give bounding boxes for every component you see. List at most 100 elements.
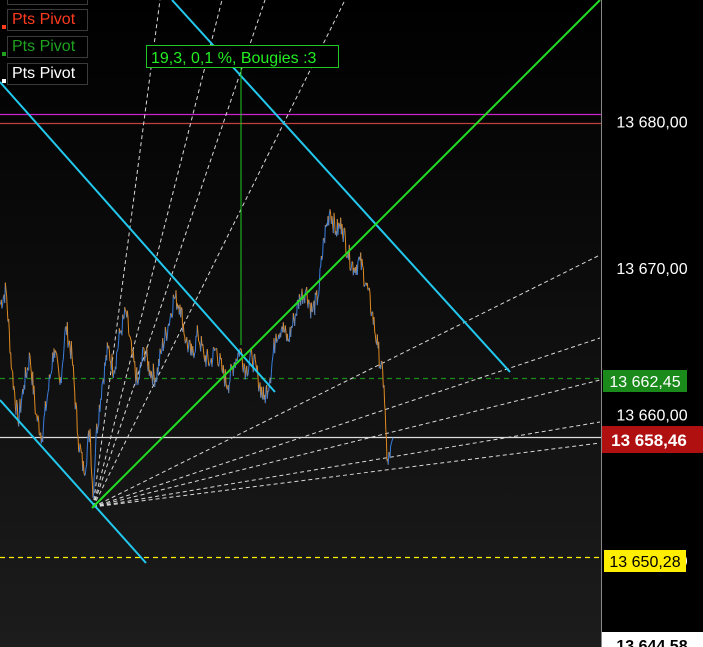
price-segment bbox=[50, 373, 52, 375]
price-segment bbox=[280, 329, 282, 338]
price-segment bbox=[373, 316, 376, 332]
price-segment bbox=[124, 309, 127, 312]
price-segment bbox=[370, 311, 373, 317]
price-segment bbox=[138, 366, 141, 380]
price-segment bbox=[389, 446, 392, 459]
price-segment bbox=[361, 258, 364, 267]
price-segment bbox=[308, 299, 310, 304]
price-segment bbox=[168, 318, 171, 326]
price-segment bbox=[72, 364, 75, 381]
price-segment bbox=[166, 326, 169, 337]
price-segment bbox=[216, 355, 219, 366]
price-segment bbox=[58, 371, 60, 378]
price-segment bbox=[211, 359, 214, 368]
price-segment bbox=[202, 343, 204, 349]
price-segment bbox=[381, 361, 384, 371]
price-segment bbox=[4, 282, 7, 290]
price-segment bbox=[324, 225, 326, 244]
price-segment bbox=[11, 370, 14, 373]
price-segment bbox=[56, 358, 59, 365]
price-segment bbox=[236, 352, 239, 361]
price-segment bbox=[159, 348, 162, 353]
legend-item-pts-pivot-red[interactable]: Pts Pivot bbox=[2, 9, 88, 31]
price-segment bbox=[344, 228, 346, 237]
price-segment bbox=[225, 383, 228, 388]
price-segment bbox=[111, 354, 114, 376]
price-segment bbox=[46, 392, 49, 398]
price-segment bbox=[158, 348, 161, 367]
price-segment bbox=[282, 322, 285, 333]
price-tag-pivot-yellow-text: 13 650,28 bbox=[609, 554, 680, 571]
price-segment bbox=[6, 296, 8, 310]
price-segment bbox=[198, 341, 201, 346]
price-segment bbox=[206, 348, 209, 359]
price-segment bbox=[86, 447, 88, 465]
price-segment bbox=[188, 340, 190, 345]
price-segment bbox=[26, 367, 29, 370]
price-segment bbox=[26, 367, 28, 379]
price-segment bbox=[6, 309, 9, 322]
price-segment bbox=[82, 460, 85, 473]
price-tag-bottom: 13 644,58 bbox=[602, 632, 703, 647]
price-segment bbox=[34, 401, 36, 414]
price-segment bbox=[97, 424, 100, 428]
price-segment bbox=[50, 369, 53, 374]
price-segment bbox=[0, 302, 2, 305]
price-segment bbox=[90, 442, 92, 467]
price-segment bbox=[194, 335, 197, 353]
price-segment bbox=[321, 254, 324, 261]
price-segment bbox=[54, 350, 57, 353]
price-segment bbox=[187, 344, 190, 353]
price-segment bbox=[122, 314, 124, 318]
price-segment bbox=[144, 356, 146, 362]
price-segment bbox=[337, 222, 340, 235]
price-segment bbox=[271, 357, 274, 364]
price-segment bbox=[391, 439, 393, 442]
price-segment bbox=[182, 323, 185, 335]
price-segment bbox=[10, 367, 13, 371]
price-segment bbox=[362, 267, 365, 287]
price-segment bbox=[260, 386, 263, 396]
price-segment bbox=[55, 351, 58, 354]
legend-item-top-edge[interactable] bbox=[7, 0, 88, 5]
price-segment bbox=[350, 267, 352, 271]
price-segment bbox=[348, 244, 351, 270]
price-segment bbox=[49, 374, 52, 379]
price-segment bbox=[329, 209, 332, 215]
price-segment bbox=[214, 349, 216, 352]
price-segment bbox=[152, 363, 155, 375]
price-segment bbox=[85, 464, 88, 469]
price-segment bbox=[346, 257, 348, 259]
price-segment bbox=[192, 346, 194, 353]
price-segment bbox=[246, 365, 248, 377]
price-segment bbox=[276, 339, 279, 341]
price-segment bbox=[220, 357, 223, 371]
chart-plot[interactable]: 19,3, 0,1 %, Bougies :3 13 680,00 13 670,… bbox=[0, 0, 703, 647]
price-segment bbox=[243, 363, 246, 367]
price-segment bbox=[73, 380, 76, 393]
price-segment bbox=[328, 213, 330, 226]
price-segment bbox=[294, 314, 296, 326]
price-segment bbox=[197, 333, 200, 342]
price-segment bbox=[240, 348, 242, 350]
price-segment bbox=[20, 403, 22, 413]
price-segment bbox=[264, 387, 267, 404]
price-segment bbox=[30, 365, 32, 373]
price-segment bbox=[198, 341, 200, 343]
price-segment bbox=[5, 289, 8, 297]
price-segment bbox=[202, 348, 205, 356]
legend-item-pts-pivot-green[interactable]: Pts Pivot bbox=[2, 36, 88, 58]
price-segment bbox=[68, 340, 71, 348]
price-segment bbox=[312, 303, 314, 312]
price-segment bbox=[270, 373, 272, 384]
price-segment bbox=[383, 384, 386, 404]
price-tag-pivot-green: 13 662,45 bbox=[603, 370, 687, 392]
price-segment bbox=[8, 330, 11, 354]
price-tag-last-text: 13 658,46 bbox=[611, 431, 687, 450]
plot-background bbox=[0, 0, 601, 647]
price-segment bbox=[90, 466, 93, 476]
legend-item-pts-pivot-white[interactable]: Pts Pivot bbox=[2, 63, 88, 85]
price-segment bbox=[218, 363, 220, 367]
price-segment bbox=[93, 476, 95, 496]
price-segment bbox=[180, 307, 183, 309]
